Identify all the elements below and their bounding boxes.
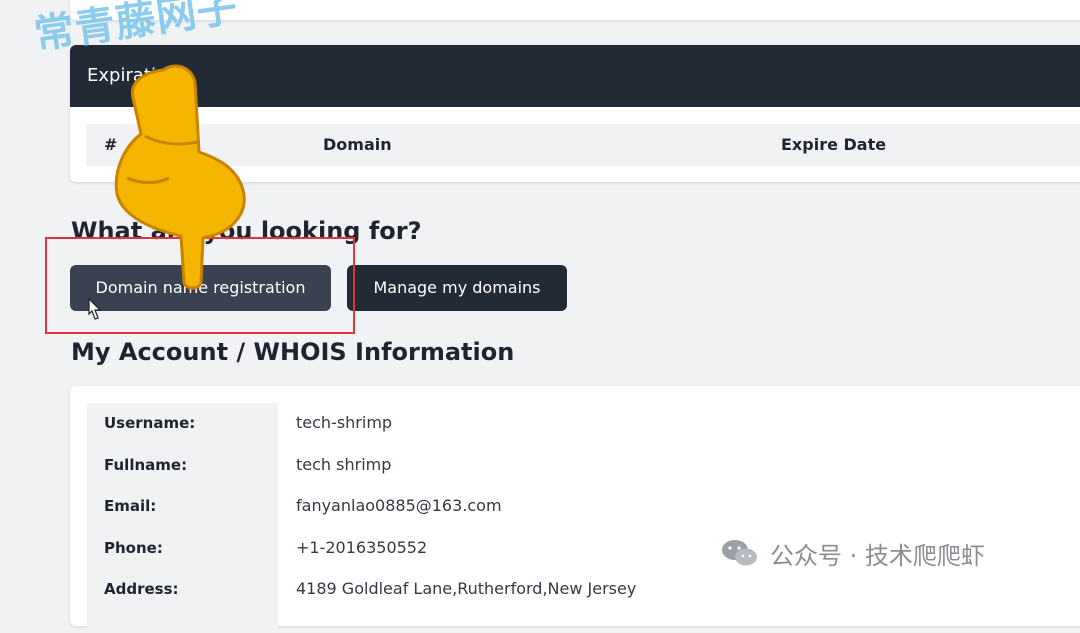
account-title: My Account / WHOIS Information xyxy=(71,338,515,366)
address-label: Address: xyxy=(104,580,179,598)
fullname-label: Fullname: xyxy=(104,456,188,474)
email-label: Email: xyxy=(104,497,157,515)
info-row-email: Email: fanyanlao0885@163.com xyxy=(70,487,1080,529)
info-row-username: Username: tech-shrimp xyxy=(70,404,1080,446)
column-expire-date: Expire Date xyxy=(781,135,887,154)
phone-value: +1-2016350552 xyxy=(296,538,428,557)
wechat-account-name: 公众号 · 技术爬爬虾 xyxy=(770,541,985,570)
info-row-fullname: Fullname: tech shrimp xyxy=(70,446,1080,488)
column-domain: Domain xyxy=(323,135,392,154)
mouse-cursor-icon xyxy=(88,298,102,320)
address-value: 4189 Goldleaf Lane,Rutherford,New Jersey xyxy=(296,579,637,598)
wechat-icon xyxy=(722,540,757,566)
wechat-badge: 公众号 · 技术爬爬虾 xyxy=(720,535,985,571)
username-label: Username: xyxy=(104,414,196,432)
manage-domains-button[interactable]: Manage my domains xyxy=(347,265,567,311)
info-row-address: Address: 4189 Goldleaf Lane,Rutherford,N… xyxy=(70,570,1080,612)
email-value: fanyanlao0885@163.com xyxy=(296,496,502,515)
account-card: Username: tech-shrimp Fullname: tech shr… xyxy=(70,386,1080,633)
username-value: tech-shrimp xyxy=(296,413,393,432)
pointing-hand-icon xyxy=(114,64,246,290)
phone-label: Phone: xyxy=(104,539,163,557)
fullname-value: tech shrimp xyxy=(296,455,392,474)
